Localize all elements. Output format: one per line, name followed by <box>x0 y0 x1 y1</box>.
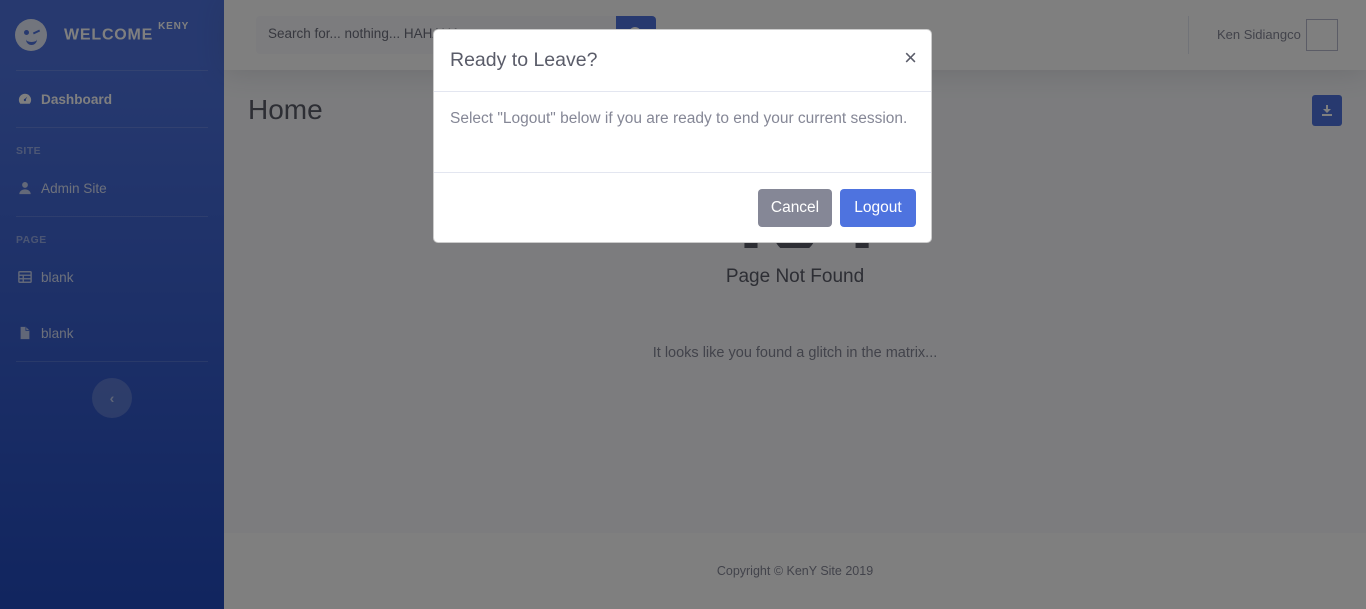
close-icon[interactable]: × <box>904 46 917 70</box>
modal-body: Select "Logout" below if you are ready t… <box>434 92 931 173</box>
modal-title: Ready to Leave? <box>450 49 598 71</box>
logout-modal: Ready to Leave? × Select "Logout" below … <box>433 29 932 243</box>
modal-footer: Cancel Logout <box>434 173 931 243</box>
cancel-button[interactable]: Cancel <box>758 189 832 227</box>
logout-button[interactable]: Logout <box>840 189 916 227</box>
modal-header: Ready to Leave? × <box>434 30 931 92</box>
